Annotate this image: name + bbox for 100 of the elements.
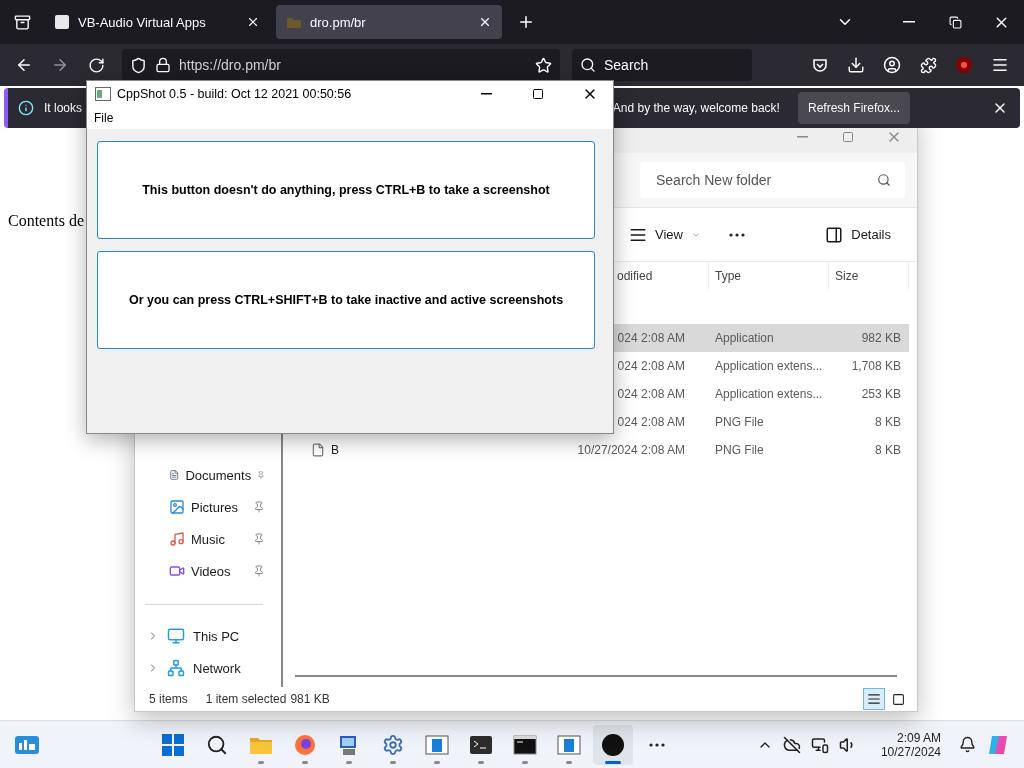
column-header[interactable]: Size — [835, 268, 859, 283]
column-header[interactable]: Type — [715, 268, 741, 283]
logo-icon — [54, 14, 70, 30]
network-icon[interactable] — [810, 735, 829, 754]
forward-icon — [51, 56, 69, 74]
maximize-icon — [532, 88, 544, 100]
page-text: Contents de — [8, 212, 84, 229]
window-icon — [557, 732, 581, 757]
action-button[interactable]: This button doesn't do anything, press CTRL+B to take a screenshot — [97, 141, 595, 239]
cloud-icon[interactable] — [782, 735, 801, 754]
browser-tab[interactable]: VB-Audio Virtual Apps — [44, 5, 270, 39]
taskbar-button[interactable] — [593, 724, 633, 765]
picture-icon — [169, 499, 185, 515]
search-icon — [580, 57, 596, 73]
table-cell: 024 2:08 AM — [617, 359, 685, 373]
file-row[interactable]: B 10/27/2024 2:08 AM PNG File 8 KB — [283, 436, 909, 464]
menu-icon — [991, 56, 1009, 74]
file-row[interactable]: 024 2:08 AM PNG File 8 KB — [613, 408, 909, 436]
document-icon — [169, 467, 180, 483]
table-cell: 024 2:08 AM — [617, 331, 685, 345]
video-icon — [169, 563, 185, 579]
tree-item[interactable]: This PC — [135, 620, 281, 652]
start-icon — [161, 732, 185, 757]
table-cell: 10/27/2024 2:08 AM — [577, 443, 685, 457]
square-icon — [891, 692, 905, 706]
sidebar-item[interactable]: Pictures — [135, 491, 281, 523]
file-row[interactable]: 024 2:08 AM Application extens... 253 KB — [613, 380, 909, 408]
status-text: 1 item selected — [205, 692, 287, 706]
sidebar-item[interactable]: Videos — [135, 555, 281, 587]
restore-icon — [948, 15, 962, 29]
network-icon — [167, 659, 185, 677]
pocket-icon — [812, 57, 828, 73]
tray-icon — [13, 13, 31, 31]
search-icon — [877, 173, 891, 187]
notification-text: It looks — [44, 101, 82, 115]
file-row[interactable]: 024 2:08 AM Application extens... 1,708 KB — [613, 352, 909, 380]
close-icon[interactable] — [246, 15, 260, 29]
minimize-icon — [480, 93, 492, 95]
column-header[interactable]: odified — [617, 268, 653, 283]
view-button[interactable]: View — [627, 218, 703, 251]
more-icon — [649, 742, 665, 747]
table-cell: B — [331, 443, 339, 457]
account-icon — [883, 56, 901, 74]
widgets-icon[interactable] — [14, 733, 40, 756]
console-icon — [513, 732, 537, 757]
clock[interactable]: 2:09 AM 10/27/2024 — [880, 730, 941, 759]
round-logo-icon — [601, 732, 625, 757]
window-title: CppShot 0.5 - build: Oct 12 2021 00:50:56 — [117, 87, 353, 101]
address-bar[interactable]: https://dro.pm/br — [122, 49, 560, 81]
minimize-icon — [903, 21, 915, 23]
table-cell: Application extens... — [715, 359, 823, 373]
more-icon[interactable] — [728, 232, 745, 237]
window-icon — [425, 732, 449, 757]
file-icon — [311, 443, 325, 457]
browser-tab[interactable]: dro.pm/br — [276, 5, 502, 39]
tree-item[interactable]: Network — [135, 652, 281, 684]
table-cell: PNG File — [715, 415, 764, 429]
search-icon — [206, 733, 228, 756]
table-cell: 8 KB — [875, 415, 901, 429]
browser-icon — [293, 732, 317, 757]
extension-icon — [955, 56, 973, 74]
details-view-button[interactable] — [863, 688, 885, 710]
panel-icon — [825, 225, 844, 244]
gear-icon — [382, 733, 404, 756]
refresh-button[interactable]: Refresh Firefox... — [797, 92, 910, 124]
puzzle-icon — [919, 56, 937, 74]
star-icon — [535, 56, 552, 74]
action-button[interactable]: Or you can press CTRL+SHIFT+B to take inactive and active screenshots — [97, 251, 595, 349]
download-icon — [847, 56, 865, 74]
table-cell: 982 KB — [861, 331, 901, 345]
details-button[interactable]: Details — [823, 218, 893, 251]
table-cell: Application extens... — [715, 387, 823, 401]
maximize-icon — [842, 131, 854, 143]
list-icon — [867, 692, 881, 706]
music-icon — [169, 531, 185, 547]
notification-text: And by the way, welcome back! — [612, 101, 780, 115]
monitor-icon — [167, 627, 185, 645]
table-cell: 1,708 KB — [851, 359, 901, 373]
search-field[interactable]: Search — [572, 49, 752, 81]
back-icon — [15, 56, 33, 74]
search-field[interactable]: Search New folder — [640, 162, 905, 198]
app-icon — [95, 87, 111, 101]
reload-icon — [87, 56, 105, 74]
plus-icon — [517, 13, 535, 31]
minimize-icon — [796, 136, 808, 138]
table-cell: 8 KB — [875, 443, 901, 457]
table-cell: 253 KB — [861, 387, 901, 401]
table-cell: Application — [715, 331, 774, 345]
table-cell: PNG File — [715, 443, 764, 457]
lock-icon — [155, 57, 171, 73]
bell-icon[interactable] — [959, 736, 976, 753]
status-text: 5 items — [149, 692, 188, 706]
close-icon[interactable] — [478, 15, 492, 29]
info-icon — [18, 100, 34, 116]
status-text: 981 KB — [290, 692, 330, 706]
file-row[interactable]: 024 2:08 AM Application 982 KB — [613, 324, 909, 352]
sidebar-item[interactable]: Documents — [135, 459, 281, 491]
menu-item[interactable]: File — [93, 111, 115, 125]
sidebar-item[interactable]: Music — [135, 523, 281, 555]
table-cell: 024 2:08 AM — [617, 415, 685, 429]
